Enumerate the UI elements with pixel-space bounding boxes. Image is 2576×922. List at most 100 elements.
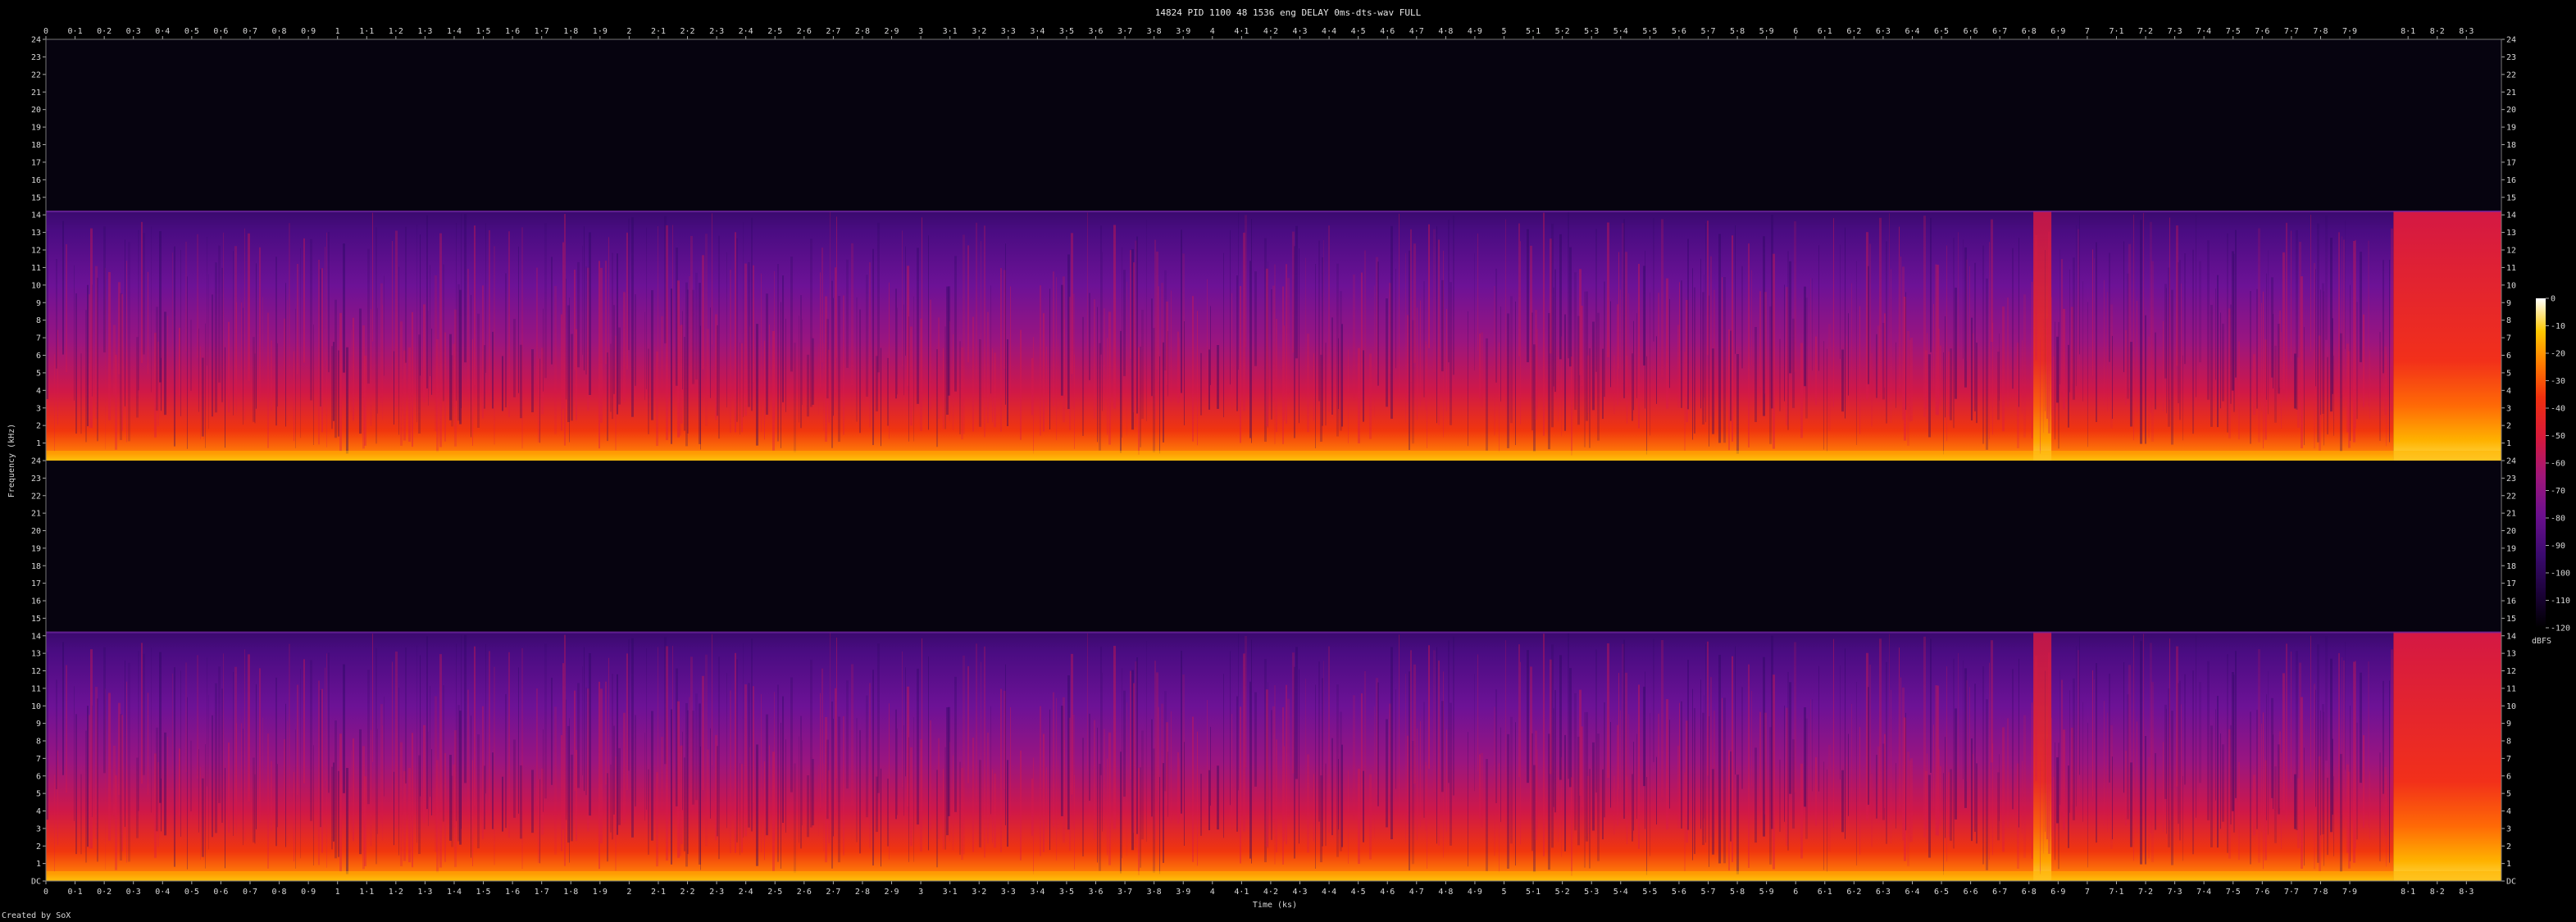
texture-stripe (818, 764, 819, 836)
y-tick-label: 17 (31, 579, 41, 588)
texture-stripe (436, 339, 439, 452)
y-tick-label: 23 (31, 475, 41, 484)
texture-stripe (138, 651, 139, 811)
texture-stripe (582, 666, 583, 776)
texture-stripe (423, 724, 426, 823)
texture-stripe (2178, 683, 2179, 824)
texture-stripe (262, 297, 263, 381)
texture-stripe (492, 331, 494, 409)
texture-stripe (718, 656, 720, 860)
colorbar-ticks: 0-10-20-30-40-50-60-70-80-90-100-110-120 (2546, 295, 2570, 634)
texture-stripe (212, 294, 213, 417)
texture-stripe (236, 723, 237, 833)
texture-stripe (1992, 743, 1993, 856)
texture-stripe (1420, 300, 1421, 406)
texture-stripe (618, 327, 621, 405)
y-tick-label: 13 (2506, 229, 2516, 238)
y-tick-label: 6 (36, 352, 41, 361)
texture-stripe (138, 229, 139, 391)
texture-stripe (85, 730, 87, 863)
y-tick-label: 7 (2506, 755, 2511, 764)
y-tick-label: 24 (2506, 36, 2516, 45)
texture-stripe (1636, 313, 1637, 398)
colorbar-tick-label: -60 (2551, 460, 2565, 469)
texture-stripe (508, 652, 510, 838)
y-tick-label: 17 (2506, 158, 2516, 167)
texture-stripe (2166, 288, 2167, 414)
texture-stripe (726, 673, 727, 829)
y-tick-label: 11 (2506, 264, 2516, 273)
texture-stripe (1428, 645, 1430, 770)
texture-stripe (589, 232, 591, 395)
x-tick-label: 4·4 (1322, 27, 1336, 36)
texture-stripe (2199, 261, 2201, 363)
texture-stripe (1723, 277, 1726, 443)
texture-stripe (2286, 222, 2287, 402)
texture-stripe (1564, 314, 1566, 431)
texture-stripe (774, 270, 775, 420)
texture-stripe (464, 634, 467, 783)
y-tick-label: 14 (2506, 211, 2516, 220)
texture-stripe (1666, 278, 1668, 409)
texture-stripe (1064, 739, 1065, 816)
x-tick-label: 3·3 (1001, 27, 1016, 36)
texture-stripe (1240, 706, 1241, 864)
texture-stripe (1407, 735, 1409, 824)
texture-stripe (2143, 634, 2144, 791)
texture-stripe (485, 223, 486, 373)
texture-stripe (244, 649, 245, 842)
texture-stripe (984, 225, 985, 438)
texture-stripe (92, 284, 93, 397)
texture-stripe (2007, 297, 2009, 407)
x-tick-label: 0·8 (272, 27, 287, 36)
texture-stripe (1989, 662, 1990, 860)
y-tick-label: 24 (31, 36, 41, 45)
texture-stripe (1805, 297, 1808, 419)
texture-stripe (843, 715, 844, 856)
texture-stripe (2023, 294, 2026, 438)
texture-stripe (1632, 353, 1633, 421)
texture-stripe (2230, 304, 2232, 404)
texture-stripe (2356, 302, 2358, 420)
texture-stripe (1982, 666, 1984, 865)
texture-stripe (1507, 734, 1509, 869)
texture-stripe (544, 223, 547, 379)
texture-stripe (1510, 716, 1513, 844)
texture-stripe (2323, 291, 2324, 446)
texture-stripe (74, 686, 75, 821)
texture-stripe (1495, 268, 1497, 383)
x-tick-label: 5·9 (1759, 888, 1774, 897)
texture-stripe (1033, 337, 1034, 454)
texture-stripe (1584, 291, 1586, 447)
x-tick-label: 1·3 (417, 27, 432, 36)
texture-stripe (467, 689, 469, 821)
texture-stripe (1436, 647, 1437, 844)
texture-stripe (331, 766, 333, 850)
texture-stripe (197, 234, 198, 358)
texture-stripe (2350, 706, 2351, 861)
texture-stripe (1099, 343, 1101, 451)
texture-stripe (1592, 742, 1595, 831)
texture-stripe (1238, 212, 1239, 370)
texture-stripe (185, 241, 187, 352)
texture-stripe (351, 750, 352, 833)
texture-stripe (1833, 638, 1834, 828)
texture-stripe (1945, 316, 1946, 418)
texture-stripe (1764, 292, 1767, 394)
texture-stripe (777, 684, 779, 862)
texture-stripe (1477, 233, 1478, 351)
texture-stripe (1705, 223, 1706, 423)
texture-stripe (128, 662, 130, 862)
texture-stripe (1138, 347, 1140, 455)
x-tick-label: 7·1 (2109, 888, 2123, 897)
texture-stripe (2051, 297, 2052, 416)
texture-stripe (1107, 758, 1108, 856)
texture-stripe (2046, 738, 2048, 840)
x-tick-label: 0·9 (301, 27, 316, 36)
texture-stripe (610, 343, 612, 412)
texture-stripe (1282, 286, 1284, 444)
texture-stripe (1341, 744, 1343, 847)
texture-stripe (607, 352, 608, 442)
texture-stripe (631, 217, 634, 417)
texture-stripe (518, 246, 519, 393)
